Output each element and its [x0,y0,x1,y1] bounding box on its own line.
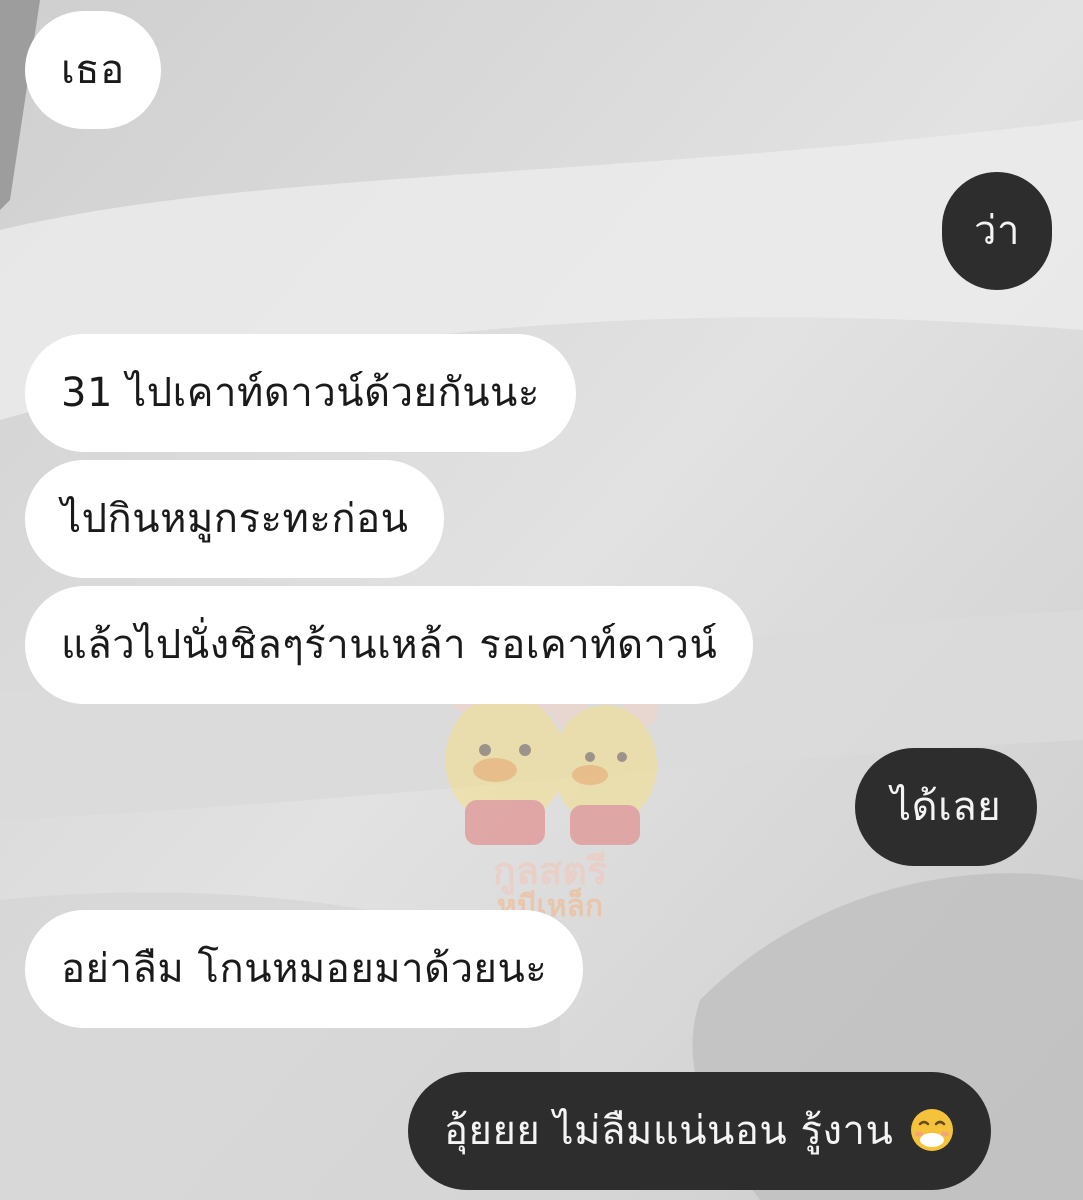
message-bubble-incoming[interactable]: อย่าลืม โกนหมอยมาด้วยนะ [25,910,584,1028]
message-text: อุ้ยยย ไม่ลืมแน่นอน รู้งาน [444,1108,894,1154]
message-bubble-outgoing[interactable]: ว่า [942,172,1052,290]
message-text: ไปกินหมูกระทะก่อน [61,496,409,542]
message-bubble-incoming[interactable]: เธอ [25,11,161,129]
message-bubble-incoming[interactable]: ไปกินหมูกระทะก่อน [25,460,445,578]
message-text: แล้วไปนั่งชิลๆร้านเหล้า รอเคาท์ดาวน์ [61,622,718,668]
message-text: เธอ [61,47,125,93]
message-text: ได้เลย [891,784,1002,830]
message-bubble-incoming[interactable]: แล้วไปนั่งชิลๆร้านเหล้า รอเคาท์ดาวน์ [25,586,754,704]
chat-thread[interactable]: เธอ ว่า 31 ไปเคาท์ดาวน์ด้วยกันนะ ไปกินหม… [0,0,1083,1200]
message-bubble-outgoing[interactable]: อุ้ยยย ไม่ลืมแน่นอน รู้งาน [408,1072,991,1190]
message-bubble-outgoing[interactable]: ได้เลย [855,748,1038,866]
message-text: อย่าลืม โกนหมอยมาด้วยนะ [61,946,548,992]
message-text: ว่า [974,208,1020,254]
face-with-hand-over-mouth-icon [910,1109,953,1151]
message-text: 31 ไปเคาท์ดาวน์ด้วยกันนะ [61,370,540,416]
message-bubble-incoming[interactable]: 31 ไปเคาท์ดาวน์ด้วยกันนะ [25,334,576,452]
